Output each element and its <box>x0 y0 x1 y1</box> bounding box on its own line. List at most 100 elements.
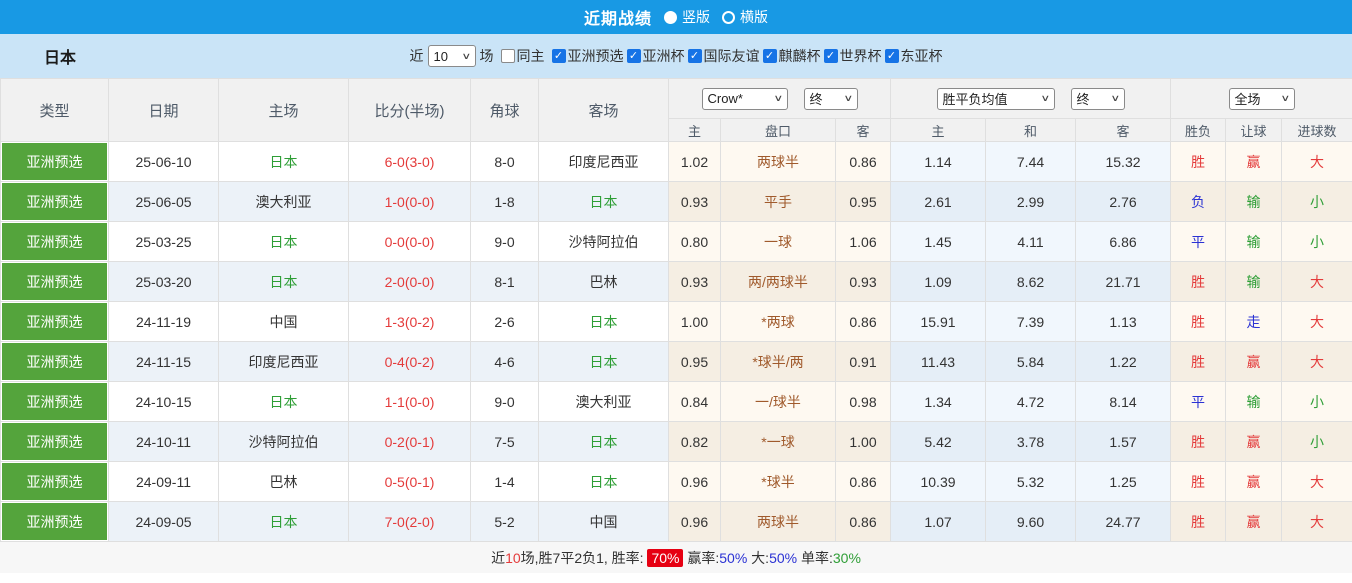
fullmatch-value: 全场 <box>1235 89 1261 108</box>
odds-time-value: 终 <box>810 89 823 108</box>
avg-away-odds: 15.32 <box>1076 142 1171 182</box>
league-label[interactable]: 亚洲预选 <box>568 46 624 66</box>
home-team: 巴林 <box>219 462 349 502</box>
match-row: 亚洲预选25-06-10日本6-0(3-0)8-0印度尼西亚1.02两球半0.8… <box>1 142 1352 182</box>
corner-score: 8-1 <box>471 262 539 302</box>
chevron-down-icon: ∨ <box>461 51 471 62</box>
recent-label: 近 <box>410 46 424 66</box>
league-filter-3[interactable]: 麒麟杯 <box>763 46 821 66</box>
handicap-line: 两/两球半 <box>721 262 836 302</box>
avg-away-odds: 8.14 <box>1076 382 1171 422</box>
layout-radio-horizontal[interactable]: 横版 <box>722 7 768 27</box>
footer-segment: 10 <box>505 550 521 566</box>
radio-vertical-icon[interactable] <box>664 11 677 24</box>
league-filter-2[interactable]: 国际友谊 <box>688 46 760 66</box>
league-filter-0[interactable]: 亚洲预选 <box>552 46 624 66</box>
result-wdl: 胜 <box>1171 422 1226 462</box>
handicap-line: 两球半 <box>721 142 836 182</box>
handicap-line: *一球 <box>721 422 836 462</box>
fullmatch-select[interactable]: 全场 ∨ <box>1229 88 1295 110</box>
match-date: 24-11-19 <box>109 302 219 342</box>
same-home-checkbox[interactable] <box>501 49 515 63</box>
avg-home-odds: 5.42 <box>891 422 986 462</box>
odds-away: 0.93 <box>836 262 891 302</box>
recent-count-value: 10 <box>434 49 448 64</box>
result-handicap: 输 <box>1226 382 1282 422</box>
odds-home: 0.82 <box>669 422 721 462</box>
league-checkbox[interactable] <box>627 49 641 63</box>
panel-title: 近期战绩 <box>584 5 652 29</box>
odds-home: 0.84 <box>669 382 721 422</box>
subcol-avg-away: 客 <box>1076 119 1171 142</box>
footer-segment: 50% <box>719 550 747 566</box>
match-type-badge: 亚洲预选 <box>2 223 107 260</box>
match-type-cell: 亚洲预选 <box>1 182 109 222</box>
league-label[interactable]: 亚洲杯 <box>643 46 685 66</box>
match-row: 亚洲预选25-03-20日本2-0(0-0)8-1巴林0.93两/两球半0.93… <box>1 262 1352 302</box>
result-wdl: 平 <box>1171 222 1226 262</box>
league-label[interactable]: 国际友谊 <box>704 46 760 66</box>
away-team: 澳大利亚 <box>539 382 669 422</box>
corner-score: 8-0 <box>471 142 539 182</box>
recent-count-select[interactable]: 10 ∨ <box>428 45 476 67</box>
home-team: 沙特阿拉伯 <box>219 422 349 462</box>
league-checkbox[interactable] <box>688 49 702 63</box>
layout-radio-vertical[interactable]: 竖版 <box>664 7 710 27</box>
league-label[interactable]: 麒麟杯 <box>779 46 821 66</box>
match-date: 24-09-11 <box>109 462 219 502</box>
odds-provider-select[interactable]: Crow* ∨ <box>702 88 788 110</box>
away-team: 日本 <box>539 422 669 462</box>
match-type-cell: 亚洲预选 <box>1 262 109 302</box>
league-filter-4[interactable]: 世界杯 <box>824 46 882 66</box>
match-score: 0-5(0-1) <box>349 462 471 502</box>
match-type-badge: 亚洲预选 <box>2 423 107 460</box>
handicap-line: 一球 <box>721 222 836 262</box>
away-team: 中国 <box>539 502 669 542</box>
odds-away: 1.00 <box>836 422 891 462</box>
corner-score: 1-8 <box>471 182 539 222</box>
corner-score: 5-2 <box>471 502 539 542</box>
avg-draw-odds: 9.60 <box>986 502 1076 542</box>
avg-away-odds: 1.22 <box>1076 342 1171 382</box>
col-header-date: 日期 <box>109 79 219 142</box>
match-type-badge: 亚洲预选 <box>2 463 107 500</box>
avg-draw-odds: 2.99 <box>986 182 1076 222</box>
radio-vertical-label[interactable]: 竖版 <box>682 7 710 27</box>
league-label[interactable]: 东亚杯 <box>901 46 943 66</box>
match-type-badge: 亚洲预选 <box>2 343 107 380</box>
result-goals: 小 <box>1282 222 1352 262</box>
league-label[interactable]: 世界杯 <box>840 46 882 66</box>
result-handicap: 赢 <box>1226 142 1282 182</box>
match-date: 24-09-05 <box>109 502 219 542</box>
same-home-label[interactable]: 同主 <box>517 46 545 66</box>
away-team: 沙特阿拉伯 <box>539 222 669 262</box>
result-goals: 小 <box>1282 422 1352 462</box>
result-handicap: 赢 <box>1226 342 1282 382</box>
radio-horizontal-label[interactable]: 横版 <box>740 7 768 27</box>
league-checkbox[interactable] <box>824 49 838 63</box>
avg-draw-odds: 5.84 <box>986 342 1076 382</box>
avg-time-select[interactable]: 终 ∨ <box>1071 88 1125 110</box>
avg-away-odds: 1.57 <box>1076 422 1171 462</box>
league-checkbox[interactable] <box>552 49 566 63</box>
home-team: 印度尼西亚 <box>219 342 349 382</box>
match-type-cell: 亚洲预选 <box>1 302 109 342</box>
avg-away-odds: 1.25 <box>1076 462 1171 502</box>
chevron-down-icon: ∨ <box>1280 93 1290 104</box>
result-handicap: 输 <box>1226 182 1282 222</box>
same-home-filter[interactable]: 同主 <box>501 46 545 66</box>
match-score: 0-0(0-0) <box>349 222 471 262</box>
avg-odds-select[interactable]: 胜平负均值 ∨ <box>937 88 1055 110</box>
league-checkbox[interactable] <box>885 49 899 63</box>
match-row: 亚洲预选24-09-05日本7-0(2-0)5-2中国0.96两球半0.861.… <box>1 502 1352 542</box>
radio-horizontal-icon[interactable] <box>722 11 735 24</box>
odds-away: 1.06 <box>836 222 891 262</box>
league-filter-5[interactable]: 东亚杯 <box>885 46 943 66</box>
league-checkbox[interactable] <box>763 49 777 63</box>
title-bar: 近期战绩 竖版 横版 <box>0 0 1352 34</box>
odds-home: 1.02 <box>669 142 721 182</box>
league-filter-1[interactable]: 亚洲杯 <box>627 46 685 66</box>
match-date: 25-06-10 <box>109 142 219 182</box>
avg-draw-odds: 7.44 <box>986 142 1076 182</box>
odds-time-select[interactable]: 终 ∨ <box>804 88 858 110</box>
